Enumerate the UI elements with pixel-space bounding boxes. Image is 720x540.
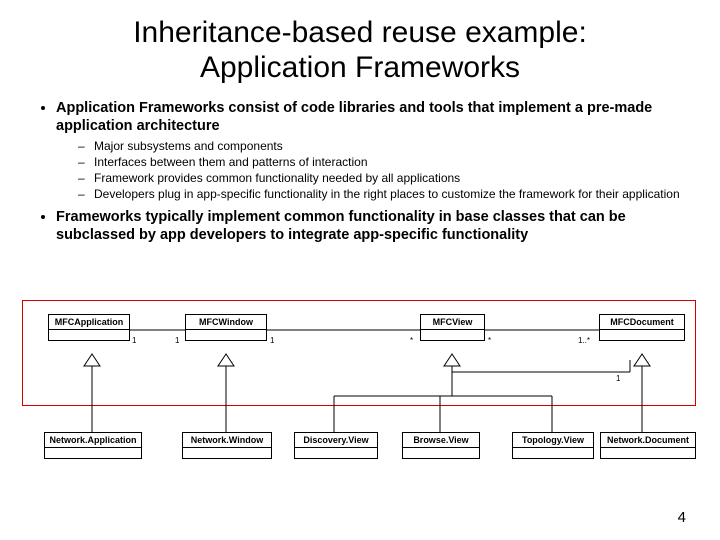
- class-body: [601, 448, 695, 458]
- bullet-1-sub-2: Interfaces between them and patterns of …: [78, 155, 690, 170]
- class-label: Network.Document: [601, 433, 695, 448]
- class-topology-view: Topology.View: [512, 432, 594, 459]
- class-body: [421, 330, 484, 340]
- class-body: [295, 448, 377, 458]
- class-body: [45, 448, 141, 458]
- class-label: Network.Application: [45, 433, 141, 448]
- slide: Inheritance-based reuse example: Applica…: [0, 0, 720, 540]
- class-body: [186, 330, 266, 340]
- class-label: Browse.View: [403, 433, 479, 448]
- bullet-1: Application Frameworks consist of code l…: [56, 99, 690, 202]
- class-body: [600, 330, 684, 340]
- page-number: 4: [678, 509, 686, 526]
- bullet-1-sub-4: Developers plug in app-specific function…: [78, 187, 690, 202]
- class-body: [403, 448, 479, 458]
- uml-diagram: MFCApplication MFCWindow MFCView MFCDocu…: [22, 300, 698, 470]
- class-network-application: Network.Application: [44, 432, 142, 459]
- mult-window-left: 1: [175, 336, 179, 345]
- class-label: Network.Window: [183, 433, 271, 448]
- mult-doc-right2: 1: [616, 374, 620, 383]
- class-label: Topology.View: [513, 433, 593, 448]
- class-label: Discovery.View: [295, 433, 377, 448]
- bullet-list: Application Frameworks consist of code l…: [38, 99, 690, 245]
- class-body: [513, 448, 593, 458]
- class-mfc-application: MFCApplication: [48, 314, 130, 341]
- class-network-document: Network.Document: [600, 432, 696, 459]
- mult-view-left: *: [410, 336, 413, 345]
- title-line-1: Inheritance-based reuse example:: [133, 16, 587, 49]
- class-mfc-document: MFCDocument: [599, 314, 685, 341]
- class-mfc-window: MFCWindow: [185, 314, 267, 341]
- class-body: [183, 448, 271, 458]
- title-line-2: Application Frameworks: [200, 51, 520, 84]
- class-label: MFCWindow: [186, 315, 266, 330]
- bullet-1-sub-1: Major subsystems and components: [78, 139, 690, 154]
- bullet-1-sub-3: Framework provides common functionality …: [78, 171, 690, 186]
- class-browse-view: Browse.View: [402, 432, 480, 459]
- slide-title: Inheritance-based reuse example: Applica…: [30, 16, 690, 85]
- class-mfc-view: MFCView: [420, 314, 485, 341]
- bullet-1-sublist: Major subsystems and components Interfac…: [56, 139, 690, 202]
- mult-doc-left: 1..*: [578, 336, 590, 345]
- mult-window-right: 1: [270, 336, 274, 345]
- class-label: MFCView: [421, 315, 484, 330]
- class-label: MFCApplication: [49, 315, 129, 330]
- class-network-window: Network.Window: [182, 432, 272, 459]
- bullet-2: Frameworks typically implement common fu…: [56, 208, 690, 244]
- class-body: [49, 330, 129, 340]
- bullet-1-text: Application Frameworks consist of code l…: [56, 100, 652, 134]
- mult-app-right: 1: [132, 336, 136, 345]
- class-label: MFCDocument: [600, 315, 684, 330]
- class-discovery-view: Discovery.View: [294, 432, 378, 459]
- mult-view-right: *: [488, 336, 491, 345]
